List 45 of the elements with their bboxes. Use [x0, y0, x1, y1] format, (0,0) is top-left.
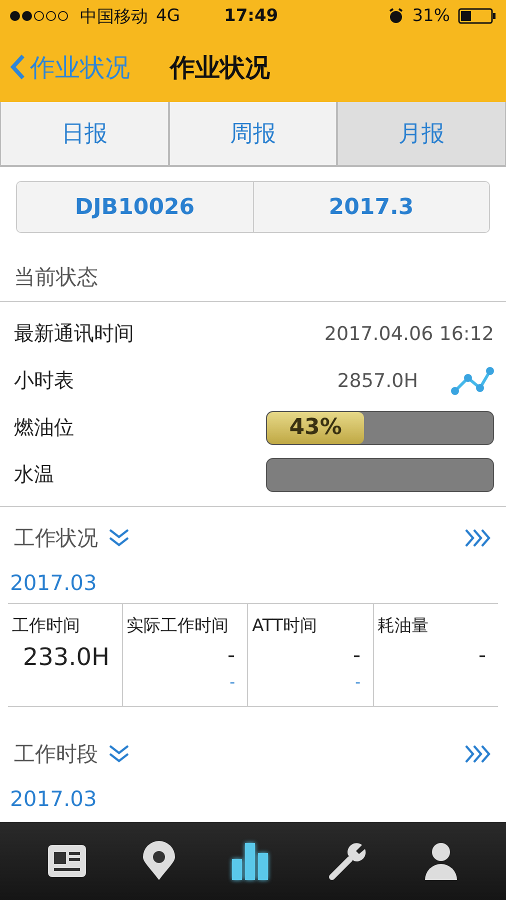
selector-button[interactable]: 2017.3 — [254, 182, 489, 232]
column-value: 233.0H — [22, 643, 110, 671]
section-title: 工作时段 — [14, 741, 98, 768]
chevron-down-icon[interactable] — [108, 528, 130, 548]
row-value: 2017.04.06 16:12 — [324, 322, 494, 344]
back-button[interactable]: 作业状况 — [10, 50, 130, 84]
period-tab[interactable]: 日报 — [0, 102, 169, 166]
row-value: 2857.0H — [337, 370, 418, 392]
section-title: 当前状态 — [14, 264, 98, 291]
column-label: 耗油量 — [378, 615, 430, 637]
selector-button[interactable]: DJB10026 — [17, 182, 254, 232]
period-tab[interactable]: 月报 — [337, 102, 506, 166]
date-label: 2017.03 — [9, 786, 98, 813]
column-subvalue: - — [354, 673, 361, 691]
row-label: 燃油位 — [14, 414, 75, 441]
battery-percent: 31% — [412, 6, 450, 26]
screen-title: 作业状况 — [170, 52, 270, 84]
date-label: 2017.03 — [9, 570, 98, 597]
section-title: 工作状况 — [14, 525, 98, 552]
gauge-reading: 43% — [288, 414, 343, 442]
more-arrows-icon[interactable] — [464, 528, 492, 548]
column-label: ATT时间 — [252, 615, 318, 637]
column-value: - — [477, 643, 486, 667]
newspaper-icon[interactable] — [47, 844, 88, 878]
carrier-name: 中国移动 — [80, 6, 148, 28]
period-tab[interactable]: 周报 — [168, 102, 338, 166]
column-label: 工作时间 — [12, 615, 81, 637]
more-arrows-icon[interactable] — [464, 744, 492, 764]
column-label: 实际工作时间 — [126, 615, 230, 637]
row-label: 小时表 — [14, 367, 75, 394]
column-subvalue: - — [228, 673, 236, 691]
network-type: 4G — [156, 6, 180, 26]
back-chevron-icon[interactable] — [10, 54, 26, 80]
clock-time: 17:49 — [224, 6, 278, 26]
column-value: - — [352, 643, 361, 667]
person-icon[interactable] — [422, 841, 459, 881]
wrench-icon[interactable] — [328, 841, 368, 881]
location-pin-icon[interactable] — [142, 841, 176, 881]
trend-chart-icon[interactable] — [450, 366, 494, 396]
row-label: 最新通讯时间 — [14, 320, 135, 347]
battery-icon — [458, 8, 496, 24]
chevron-down-icon[interactable] — [108, 744, 130, 764]
row-label: 水温 — [14, 461, 55, 488]
column-value: - — [226, 643, 236, 667]
alarm-clock-icon — [388, 8, 404, 24]
